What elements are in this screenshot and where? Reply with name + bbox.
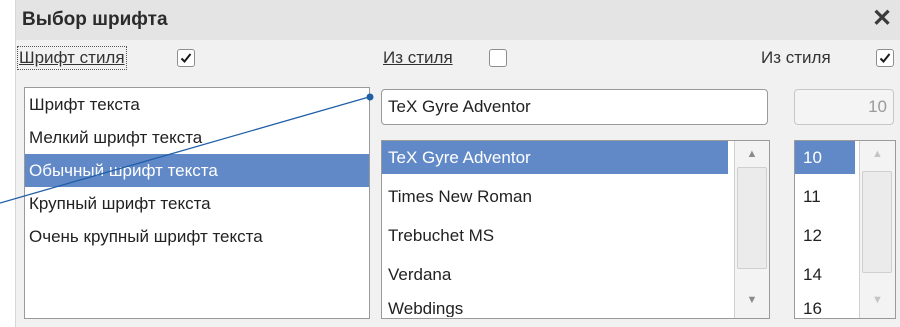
connector-dot (366, 93, 374, 101)
annotation-connector (0, 93, 374, 204)
